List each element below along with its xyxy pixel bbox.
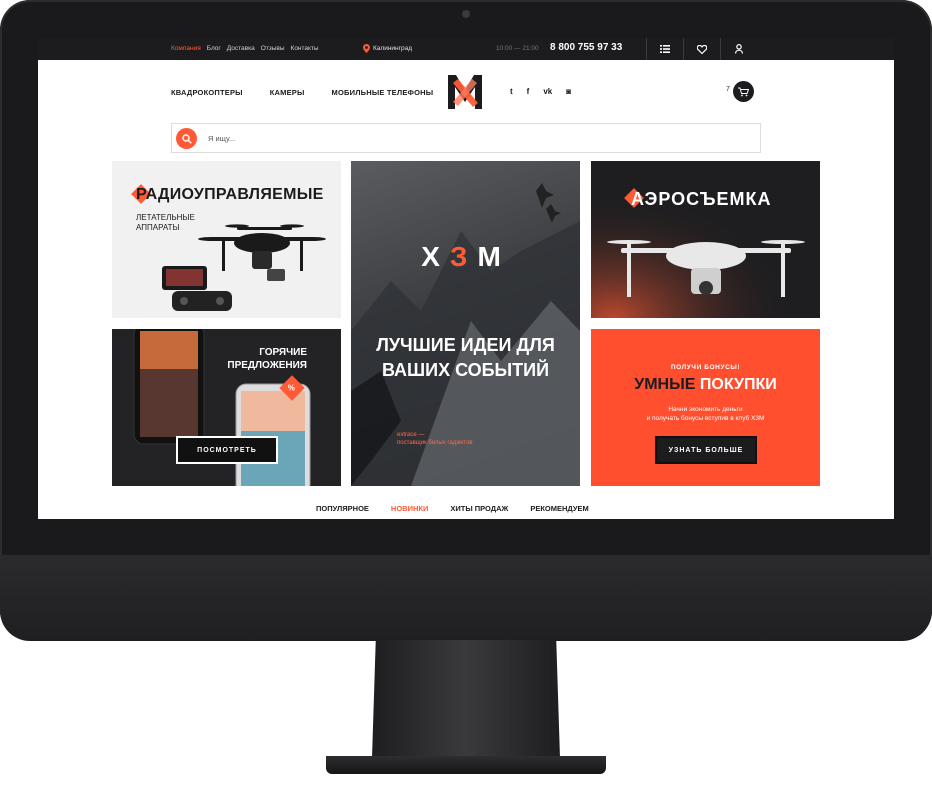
bonus-text: Начни экономить деньги и получать бонусы… [591, 405, 820, 423]
search-button[interactable] [176, 128, 197, 149]
top-nav-delivery[interactable]: Доставка [227, 45, 255, 52]
bonus-text-line-2: и получать бонусы вступив в клуб X3M [646, 415, 765, 422]
search-bar [171, 123, 761, 153]
bonus-title: УМНЫЕ ПОКУПКИ [591, 376, 820, 394]
tile-smart-purchases[interactable]: ПОЛУЧИ БОНУСЫ! УМНЫЕ ПОКУПКИ Начни эконо… [591, 329, 820, 486]
hero-note-line-1: extrace — [397, 432, 425, 438]
tab-recommended[interactable]: РЕКОМЕНДУЕМ [530, 504, 588, 513]
top-nav-company[interactable]: Компания [171, 45, 201, 52]
instagram-icon[interactable]: ◙ [566, 87, 571, 96]
tile-hot-offers[interactable]: ГОРЯЧИЕ ПРЕДЛОЖЕНИЯ % ПОСМОТРЕТЬ [112, 329, 341, 486]
main-nav: КВАДРОКОПТЕРЫ КАМЕРЫ МОБИЛЬНЫЕ ТЕЛЕФОНЫ [171, 88, 433, 97]
tile-hero[interactable]: XЗM ЛУЧШИЕ ИДЕИ ДЛЯ ВАШИХ СОБЫТИЙ extrac… [351, 161, 580, 486]
top-bar: Компания Блог Доставка Отзывы Контакты К… [38, 38, 894, 60]
list-icon[interactable] [646, 38, 683, 60]
webcam [462, 10, 470, 18]
view-button[interactable]: ПОСМОТРЕТЬ [176, 436, 278, 464]
search-icon [181, 133, 192, 144]
drone-with-controller-image [162, 224, 326, 311]
user-icon[interactable] [720, 38, 757, 60]
hero-logo-m: M [477, 241, 511, 272]
tab-bestsellers[interactable]: ХИТЫ ПРОДАЖ [450, 504, 508, 513]
working-hours: 10:00 — 21:00 [496, 45, 539, 52]
tab-popular[interactable]: ПОПУЛЯРНОЕ [316, 504, 369, 513]
location-pin-icon [363, 44, 370, 53]
facebook-icon[interactable]: f [527, 87, 530, 96]
city-selector[interactable]: Калининград [363, 44, 412, 53]
bonus-title-part-1: УМНЫЕ [634, 376, 700, 393]
vk-icon[interactable]: vk [543, 87, 552, 96]
monitor-stand [372, 640, 560, 758]
cart-icon [738, 87, 749, 96]
nav-mobile-phones[interactable]: МОБИЛЬНЫЕ ТЕЛЕФОНЫ [332, 88, 434, 97]
nav-cameras[interactable]: КАМЕРЫ [270, 88, 305, 97]
tile-aerial[interactable]: АЭРОСЪЕМКА [591, 161, 820, 318]
product-tabs: ПОПУЛЯРНОЕ НОВИНКИ ХИТЫ ПРОДАЖ РЕКОМЕНДУ… [316, 504, 589, 513]
site-logo[interactable] [446, 73, 484, 111]
learn-more-button[interactable]: УЗНАТЬ БОЛЬШЕ [655, 436, 757, 464]
tile-hot-title: ГОРЯЧИЕ ПРЕДЛОЖЕНИЯ [227, 347, 307, 371]
phone-number[interactable]: 8 800 755 97 33 [550, 42, 622, 53]
hero-logo: XЗM [396, 241, 536, 273]
tile-rc-aircraft[interactable]: РАДИОУПРАВЛЯЕМЫЕ ЛЕТАТЕЛЬНЫЕ АППАРАТЫ [112, 161, 341, 318]
tile-aerial-title: АЭРОСЪЕМКА [631, 189, 772, 209]
top-bar-icons [646, 38, 757, 60]
hero-note-line-2: поставщик белых гаджетов [397, 440, 473, 446]
twitter-icon[interactable]: t [510, 87, 513, 96]
heart-icon[interactable] [683, 38, 720, 60]
bonus-title-part-2: ПОКУПКИ [699, 376, 777, 393]
top-nav-blog[interactable]: Блог [207, 45, 221, 52]
top-nav-contacts[interactable]: Контакты [291, 45, 319, 52]
hero-note: extrace — поставщик белых гаджетов [397, 431, 473, 447]
cart-count: 7 [726, 86, 730, 93]
search-input[interactable] [206, 125, 746, 151]
social-links: t f vk ◙ [510, 87, 571, 96]
hero-logo-z: З [449, 241, 478, 272]
monitor-chin [0, 555, 932, 641]
website-screen: Компания Блог Доставка Отзывы Контакты К… [38, 38, 894, 519]
top-nav: Компания Блог Доставка Отзывы Контакты [171, 45, 319, 52]
bonus-kicker: ПОЛУЧИ БОНУСЫ! [670, 364, 741, 371]
tab-new[interactable]: НОВИНКИ [391, 504, 428, 513]
hero-headline: ЛУЧШИЕ ИДЕИ ДЛЯ ВАШИХ СОБЫТИЙ [376, 335, 555, 380]
white-drone-image [607, 240, 805, 297]
hero-logo-x: X [421, 241, 450, 272]
city-name: Калининград [373, 45, 413, 52]
monitor-stand-base [326, 756, 606, 774]
nav-quadcopters[interactable]: КВАДРОКОПТЕРЫ [171, 88, 243, 97]
top-nav-reviews[interactable]: Отзывы [261, 45, 285, 52]
cart-button[interactable] [733, 81, 754, 102]
bonus-text-line-1: Начни экономить деньги [668, 406, 743, 413]
